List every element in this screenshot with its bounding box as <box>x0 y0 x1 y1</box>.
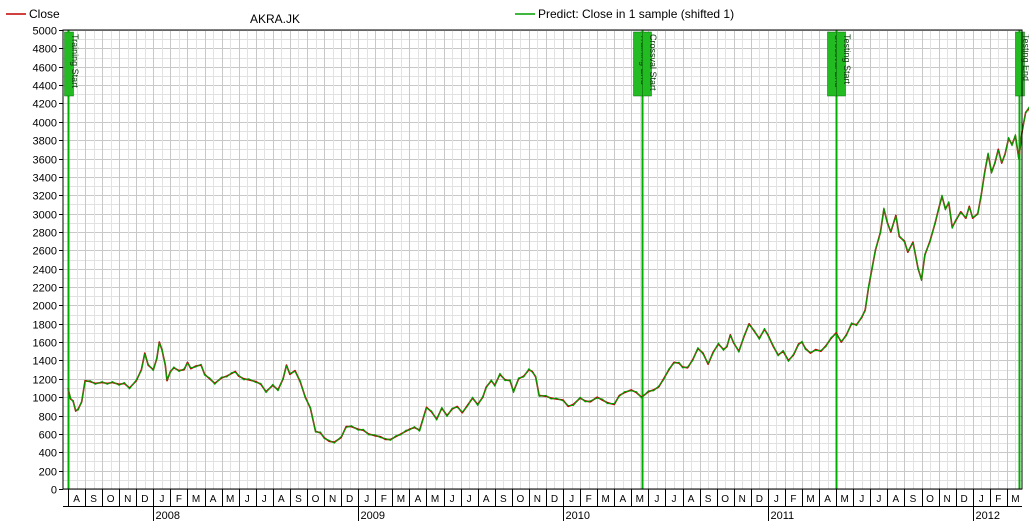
x-month-label: O <box>926 494 934 505</box>
x-month-label: J <box>654 494 659 505</box>
y-tick-label: 3600 <box>33 155 57 167</box>
y-tick-label: 1000 <box>33 393 57 405</box>
x-month-label: M <box>841 494 849 505</box>
y-tick-label: 0 <box>51 485 57 497</box>
y-tick-label: 3200 <box>33 191 57 203</box>
y-tick-label: 1600 <box>33 338 57 350</box>
y-tick-label: 4400 <box>33 81 57 93</box>
chart-title: AKRA.JK <box>250 12 300 26</box>
x-month-label: J <box>979 494 984 505</box>
x-month-label: J <box>876 494 881 505</box>
phase-marker-label: Training Start <box>70 34 80 88</box>
x-month-label: F <box>381 494 387 505</box>
x-month-label: A <box>619 494 626 505</box>
x-month-label: J <box>450 494 455 505</box>
x-month-label: S <box>705 494 712 505</box>
x-month-label: F <box>176 494 182 505</box>
x-month-label: O <box>721 494 729 505</box>
x-month-label: A <box>824 494 831 505</box>
chart-canvas: Training StartTraining EndCrossval Start… <box>0 0 1029 529</box>
x-month-label: O <box>312 494 320 505</box>
y-tick-label: 2200 <box>33 283 57 295</box>
y-tick-label: 2600 <box>33 246 57 258</box>
x-month-label: A <box>73 494 80 505</box>
x-month-label: J <box>467 494 472 505</box>
x-month-label: A <box>415 494 422 505</box>
x-month-label: J <box>859 494 864 505</box>
phase-marker-label: Crossval Start <box>648 34 658 91</box>
x-month-label: A <box>893 494 900 505</box>
x-month-label: J <box>671 494 676 505</box>
y-tick-label: 2400 <box>33 265 57 277</box>
x-month-label: A <box>688 494 695 505</box>
x-month-label: M <box>1011 494 1019 505</box>
x-month-label: O <box>107 494 115 505</box>
y-tick-label: 400 <box>39 448 57 460</box>
legend-label: Predict: Close in 1 sample (shifted 1) <box>538 7 734 21</box>
x-month-label: D <box>141 494 148 505</box>
y-tick-label: 1200 <box>33 375 57 387</box>
x-month-label: J <box>159 494 164 505</box>
x-month-label: A <box>210 494 217 505</box>
x-year-label: 2009 <box>361 510 385 522</box>
x-month-label: D <box>346 494 353 505</box>
x-month-label: N <box>943 494 950 505</box>
x-month-label: M <box>806 494 814 505</box>
y-tick-label: 4600 <box>33 63 57 75</box>
x-month-label: S <box>90 494 97 505</box>
x-month-label: D <box>961 494 968 505</box>
x-month-label: S <box>295 494 302 505</box>
y-tick-label: 5000 <box>33 26 57 38</box>
x-month-label: O <box>516 494 524 505</box>
y-tick-label: 2000 <box>33 301 57 313</box>
y-tick-label: 3800 <box>33 136 57 148</box>
x-year-label: 2010 <box>566 510 590 522</box>
x-year-label: 2012 <box>976 510 1000 522</box>
x-month-label: M <box>602 494 610 505</box>
x-year-label: 2008 <box>156 510 180 522</box>
x-month-label: N <box>124 494 131 505</box>
y-tick-label: 3400 <box>33 173 57 185</box>
x-month-label: J <box>569 494 574 505</box>
y-tick-label: 4000 <box>33 118 57 130</box>
x-month-label: M <box>226 494 234 505</box>
x-month-label: N <box>329 494 336 505</box>
y-tick-label: 3000 <box>33 210 57 222</box>
x-month-label: M <box>192 494 200 505</box>
y-tick-label: 200 <box>39 467 57 479</box>
x-month-label: D <box>756 494 763 505</box>
legend-label: Close <box>29 7 60 21</box>
x-month-label: D <box>551 494 558 505</box>
y-tick-label: 1800 <box>33 320 57 332</box>
x-month-label: M <box>397 494 405 505</box>
x-month-label: N <box>534 494 541 505</box>
x-month-label: F <box>995 494 1001 505</box>
x-month-label: A <box>278 494 285 505</box>
x-month-label: N <box>739 494 746 505</box>
x-month-label: J <box>245 494 250 505</box>
x-month-label: M <box>431 494 439 505</box>
x-month-label: J <box>774 494 779 505</box>
x-month-label: S <box>500 494 507 505</box>
x-month-label: M <box>636 494 644 505</box>
x-month-label: S <box>910 494 917 505</box>
x-month-label: A <box>483 494 490 505</box>
x-month-label: F <box>586 494 592 505</box>
x-month-label: J <box>364 494 369 505</box>
x-month-label: F <box>790 494 796 505</box>
y-tick-label: 4200 <box>33 99 57 111</box>
y-tick-label: 2800 <box>33 228 57 240</box>
y-tick-label: 4800 <box>33 44 57 56</box>
y-tick-label: 1400 <box>33 356 57 368</box>
x-month-label: J <box>262 494 267 505</box>
chart-background <box>0 0 1029 529</box>
y-tick-label: 800 <box>39 412 57 424</box>
y-tick-label: 600 <box>39 430 57 442</box>
phase-marker-label: Testing Start <box>842 34 852 85</box>
x-year-label: 2011 <box>771 510 795 522</box>
